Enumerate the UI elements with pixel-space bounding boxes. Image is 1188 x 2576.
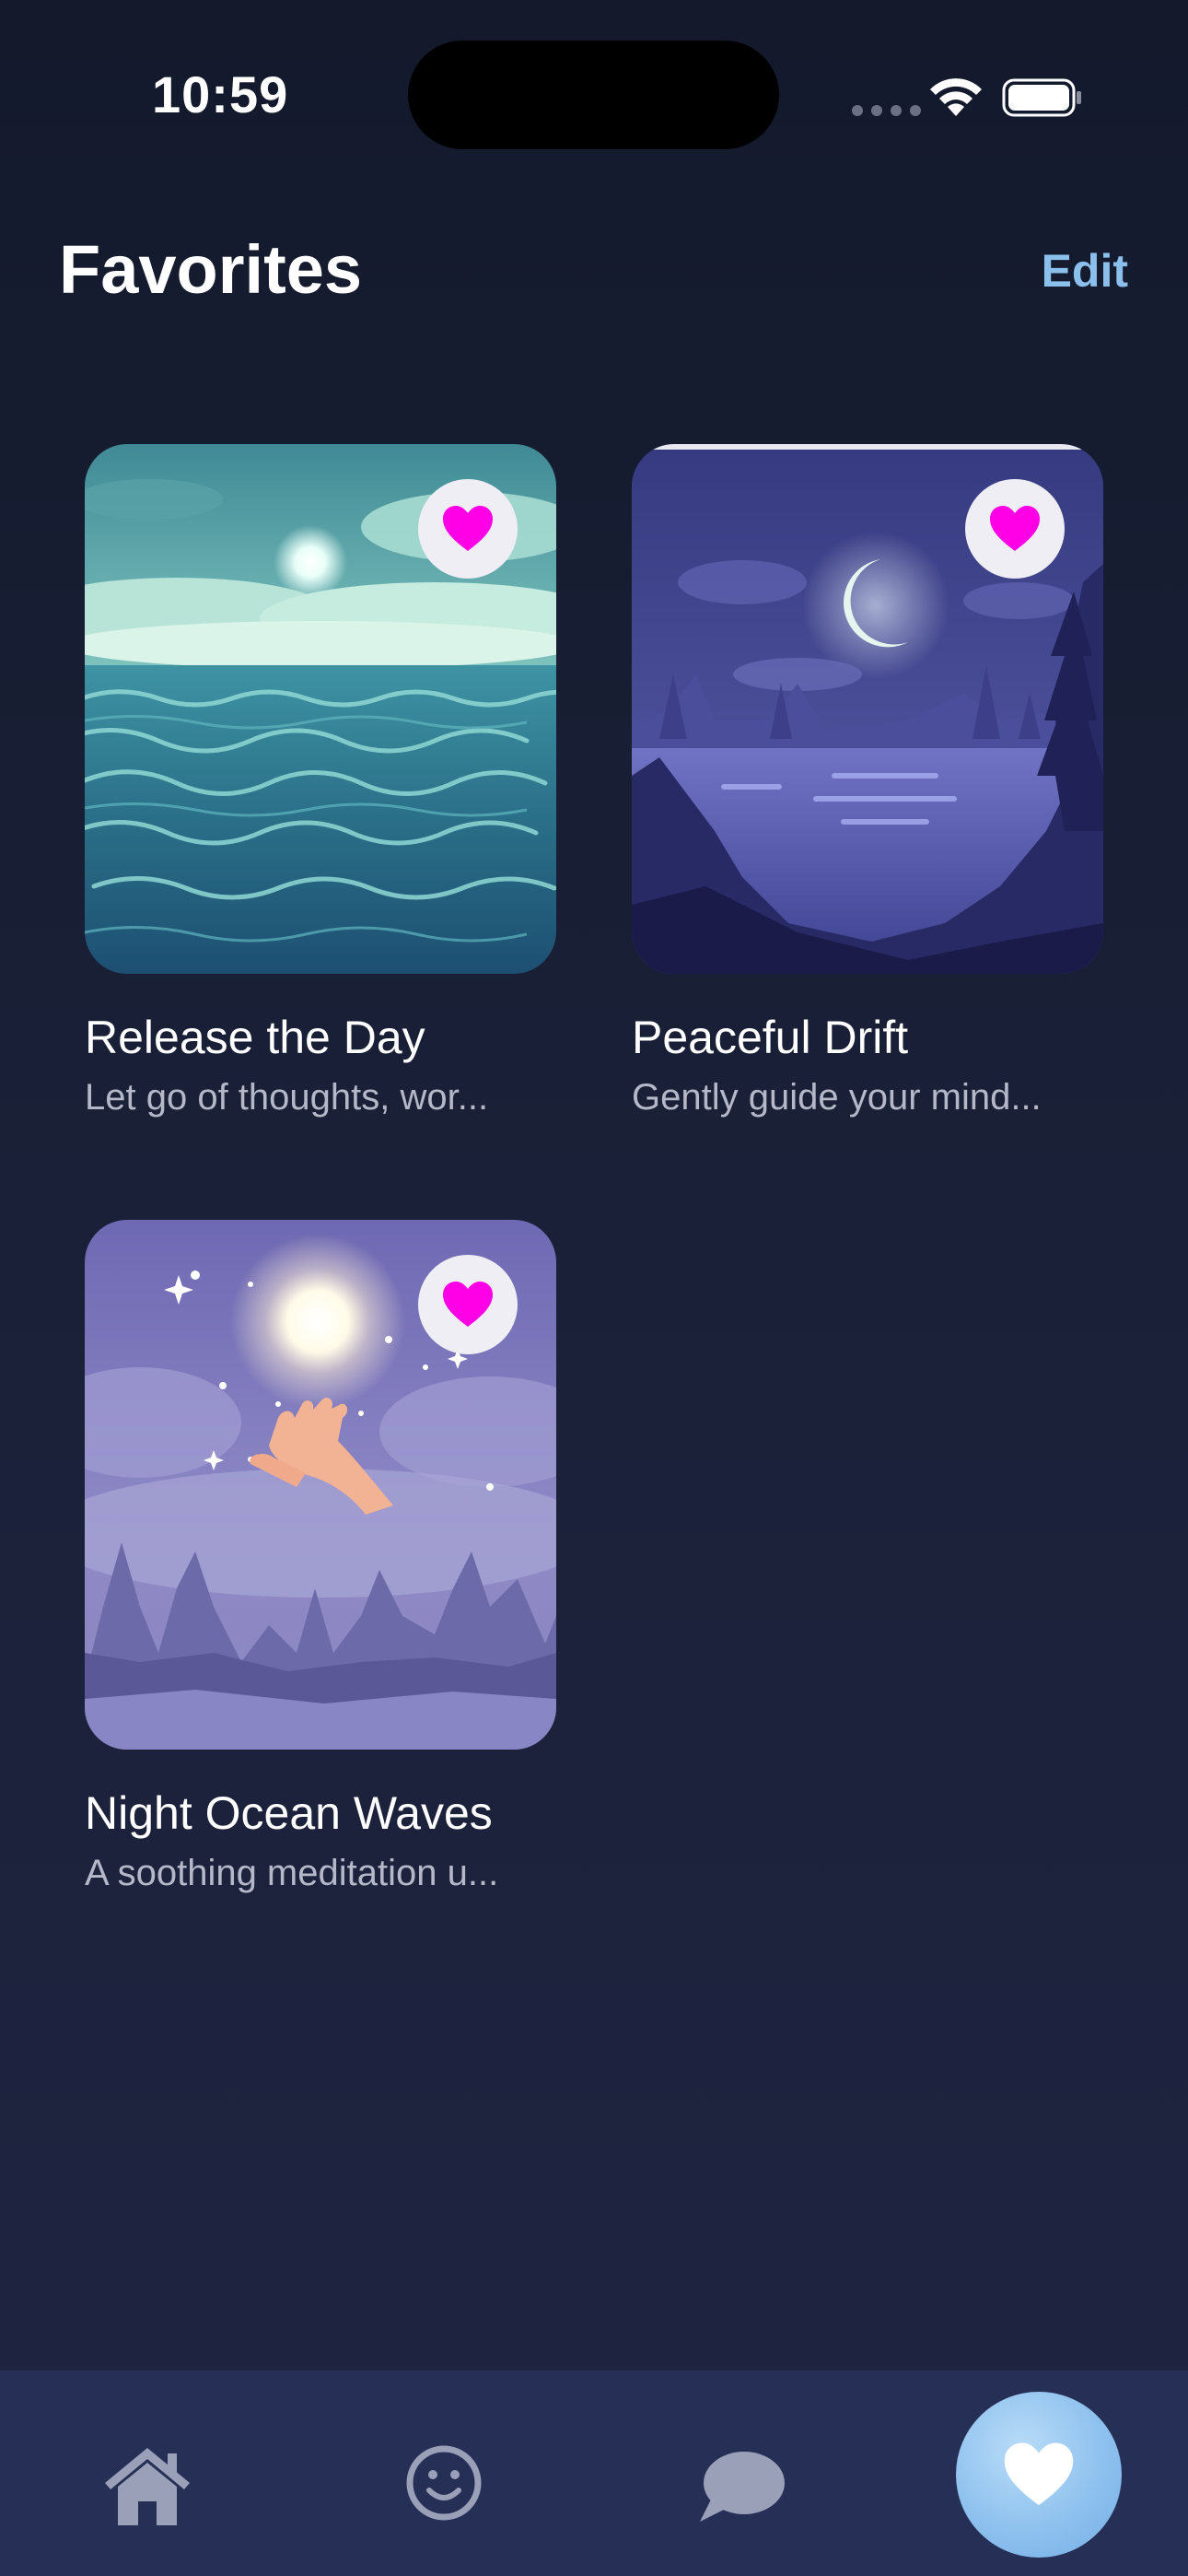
chat-bubble-icon (700, 2452, 785, 2522)
glowing-hand-artwork (85, 1220, 556, 1750)
edit-button[interactable]: Edit (1042, 244, 1128, 298)
battery-icon (1002, 78, 1081, 117)
smiley-icon (406, 2445, 482, 2521)
favorite-card[interactable]: Night Ocean Waves A soothing meditation … (85, 1220, 556, 1894)
heart-icon (990, 506, 1040, 551)
cellular-signal-icon (852, 105, 921, 116)
tab-mood[interactable] (405, 2444, 483, 2522)
card-title: Night Ocean Waves (85, 1787, 493, 1839)
unfavorite-button[interactable] (418, 1255, 518, 1354)
tab-favorites[interactable] (956, 2392, 1122, 2558)
tab-bar (0, 2371, 1188, 2576)
card-subtitle: Let go of thoughts, wor... (85, 1077, 489, 1118)
favorite-card[interactable]: Release the Day Let go of thoughts, wor.… (85, 444, 556, 1118)
wifi-icon (930, 78, 982, 116)
heart-icon (1004, 2442, 1074, 2506)
tab-chat[interactable] (698, 2450, 785, 2523)
unfavorite-button[interactable] (418, 479, 518, 579)
card-title: Release the Day (85, 1012, 425, 1063)
page-title: Favorites (59, 231, 363, 308)
home-icon (105, 2448, 190, 2525)
status-bar: 10:59 (0, 0, 1188, 193)
card-subtitle: Gently guide your mind... (632, 1077, 1042, 1118)
tab-home[interactable] (101, 2444, 193, 2527)
favorite-card[interactable]: Peaceful Drift Gently guide your mind... (632, 444, 1103, 1118)
status-time: 10:59 (152, 65, 289, 123)
unfavorite-button[interactable] (965, 479, 1065, 579)
dynamic-island (408, 41, 779, 149)
heart-icon (443, 1282, 493, 1327)
heart-icon (443, 506, 493, 551)
moonlit-lake-artwork (632, 444, 1103, 974)
ocean-waves-artwork (85, 444, 556, 974)
card-subtitle: A soothing meditation u... (85, 1853, 499, 1893)
card-title: Peaceful Drift (632, 1012, 909, 1063)
